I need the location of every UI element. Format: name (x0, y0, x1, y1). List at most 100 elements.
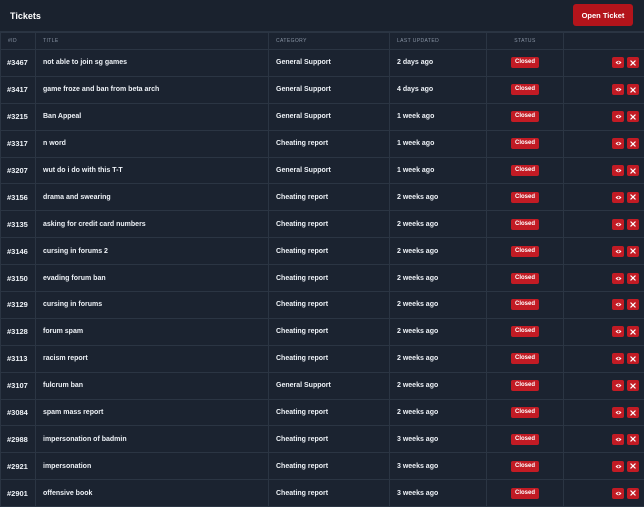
close-ticket-button[interactable] (627, 326, 639, 337)
table-row[interactable]: #3317n wordCheating report1 week agoClos… (1, 130, 644, 157)
ticket-last-updated: 3 weeks ago (390, 453, 487, 480)
close-ticket-button[interactable] (627, 488, 639, 499)
ticket-title[interactable]: Ban Appeal (36, 103, 269, 130)
close-ticket-button[interactable] (627, 273, 639, 284)
ticket-title[interactable]: drama and swearing (36, 184, 269, 211)
ticket-status-cell: Closed (487, 50, 564, 77)
ticket-title[interactable]: forum spam (36, 318, 269, 345)
close-ticket-button[interactable] (627, 219, 639, 230)
view-ticket-button[interactable] (612, 246, 624, 257)
eye-icon (615, 437, 622, 442)
ticket-title[interactable]: not able to join sg games (36, 50, 269, 77)
page-title: Tickets (10, 11, 41, 21)
ticket-last-updated: 2 weeks ago (390, 184, 487, 211)
ticket-last-updated: 2 weeks ago (390, 292, 487, 319)
ticket-actions (564, 103, 644, 130)
view-ticket-button[interactable] (612, 299, 624, 310)
ticket-last-updated: 2 weeks ago (390, 318, 487, 345)
ticket-title[interactable]: cursing in forums 2 (36, 238, 269, 265)
table-row[interactable]: #3150evading forum banCheating report2 w… (1, 265, 644, 292)
view-ticket-button[interactable] (612, 353, 624, 364)
table-row[interactable]: #3417game froze and ban from beta archGe… (1, 76, 644, 103)
close-ticket-button[interactable] (627, 246, 639, 257)
view-ticket-button[interactable] (612, 165, 624, 176)
table-row[interactable]: #2921impersonationCheating report3 weeks… (1, 453, 644, 480)
view-ticket-button[interactable] (612, 84, 624, 95)
close-ticket-button[interactable] (627, 111, 639, 122)
ticket-title[interactable]: wut do i do with this T-T (36, 157, 269, 184)
close-icon (630, 436, 636, 442)
table-row[interactable]: #3129cursing in forumsCheating report2 w… (1, 292, 644, 319)
ticket-title[interactable]: impersonation of badmin (36, 426, 269, 453)
close-ticket-button[interactable] (627, 353, 639, 364)
ticket-last-updated: 4 days ago (390, 76, 487, 103)
close-ticket-button[interactable] (627, 299, 639, 310)
view-ticket-button[interactable] (612, 488, 624, 499)
close-ticket-button[interactable] (627, 434, 639, 445)
view-ticket-button[interactable] (612, 326, 624, 337)
close-ticket-button[interactable] (627, 461, 639, 472)
eye-icon (615, 60, 622, 65)
ticket-title[interactable]: spam mass report (36, 399, 269, 426)
column-header-id[interactable]: #ID (1, 33, 36, 50)
view-ticket-button[interactable] (612, 380, 624, 391)
close-ticket-button[interactable] (627, 165, 639, 176)
tickets-table-body: #3467not able to join sg gamesGeneral Su… (1, 50, 644, 507)
table-row[interactable]: #3135asking for credit card numbersCheat… (1, 211, 644, 238)
ticket-status-cell: Closed (487, 372, 564, 399)
view-ticket-button[interactable] (612, 57, 624, 68)
column-header-category[interactable]: CATEGORY (269, 33, 390, 50)
close-ticket-button[interactable] (627, 407, 639, 418)
table-row[interactable]: #3467not able to join sg gamesGeneral Su… (1, 50, 644, 77)
ticket-title[interactable]: impersonation (36, 453, 269, 480)
view-ticket-button[interactable] (612, 434, 624, 445)
ticket-title[interactable]: n word (36, 130, 269, 157)
ticket-title[interactable]: racism report (36, 345, 269, 372)
ticket-title[interactable]: asking for credit card numbers (36, 211, 269, 238)
ticket-actions (564, 211, 644, 238)
column-header-actions (564, 33, 644, 50)
ticket-actions (564, 76, 644, 103)
ticket-actions (564, 292, 644, 319)
ticket-title[interactable]: cursing in forums (36, 292, 269, 319)
ticket-title[interactable]: game froze and ban from beta arch (36, 76, 269, 103)
column-header-status[interactable]: STATUS (487, 33, 564, 50)
view-ticket-button[interactable] (612, 273, 624, 284)
status-badge: Closed (511, 219, 539, 230)
column-header-last-updated[interactable]: LAST UPDATED (390, 33, 487, 50)
ticket-id: #3317 (1, 130, 36, 157)
view-ticket-button[interactable] (612, 461, 624, 472)
table-row[interactable]: #3128forum spamCheating report2 weeks ag… (1, 318, 644, 345)
eye-icon (615, 410, 622, 415)
table-row[interactable]: #3215Ban AppealGeneral Support1 week ago… (1, 103, 644, 130)
ticket-title[interactable]: offensive book (36, 480, 269, 507)
ticket-actions (564, 238, 644, 265)
table-row[interactable]: #3156drama and swearingCheating report2 … (1, 184, 644, 211)
table-row[interactable]: #2988impersonation of badminCheating rep… (1, 426, 644, 453)
close-ticket-button[interactable] (627, 84, 639, 95)
ticket-title[interactable]: evading forum ban (36, 265, 269, 292)
ticket-actions (564, 130, 644, 157)
close-ticket-button[interactable] (627, 192, 639, 203)
ticket-status-cell: Closed (487, 103, 564, 130)
close-icon (630, 490, 636, 496)
table-row[interactable]: #3146cursing in forums 2Cheating report2… (1, 238, 644, 265)
open-ticket-button[interactable]: Open Ticket (573, 4, 633, 26)
column-header-title[interactable]: TITLE (36, 33, 269, 50)
table-row[interactable]: #2901offensive bookCheating report3 week… (1, 480, 644, 507)
ticket-title[interactable]: fulcrum ban (36, 372, 269, 399)
view-ticket-button[interactable] (612, 407, 624, 418)
eye-icon (615, 464, 622, 469)
table-row[interactable]: #3207wut do i do with this T-TGeneral Su… (1, 157, 644, 184)
view-ticket-button[interactable] (612, 192, 624, 203)
table-row[interactable]: #3084spam mass reportCheating report2 we… (1, 399, 644, 426)
close-ticket-button[interactable] (627, 57, 639, 68)
close-ticket-button[interactable] (627, 380, 639, 391)
table-row[interactable]: #3107fulcrum banGeneral Support2 weeks a… (1, 372, 644, 399)
view-ticket-button[interactable] (612, 138, 624, 149)
close-icon (630, 275, 636, 281)
view-ticket-button[interactable] (612, 219, 624, 230)
table-row[interactable]: #3113racism reportCheating report2 weeks… (1, 345, 644, 372)
view-ticket-button[interactable] (612, 111, 624, 122)
close-ticket-button[interactable] (627, 138, 639, 149)
